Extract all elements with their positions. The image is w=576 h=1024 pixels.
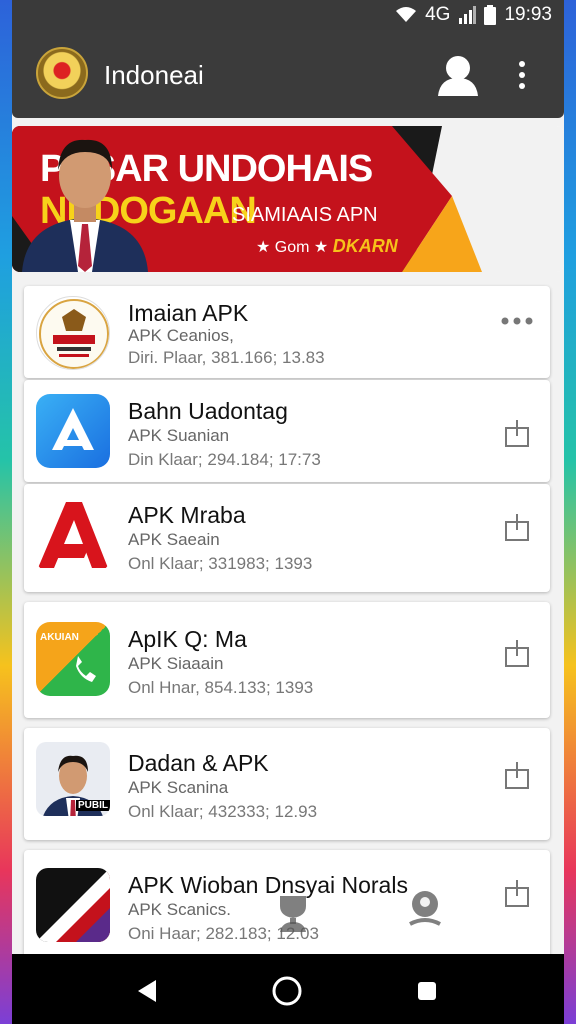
share-icon[interactable] [502, 760, 532, 790]
system-nav-bar [12, 954, 564, 1024]
more-dots-icon[interactable] [500, 314, 534, 328]
share-icon[interactable] [502, 638, 532, 668]
network-label: 4G [425, 4, 451, 25]
orange-green-phone-icon: AKUIAN [36, 622, 110, 696]
list-item[interactable]: Bahn Uadontag APK Suanian Din Klaar; 294… [24, 380, 550, 482]
app-bar: Indoneai [12, 30, 564, 118]
app-subtitle: APK Scanina [128, 778, 229, 797]
person-portrait-icon [22, 139, 148, 272]
status-icons: 4G 19:93 [395, 4, 552, 26]
app-name: Dadan & APK [128, 750, 269, 776]
home-circle-icon[interactable] [270, 974, 304, 1008]
signal-icon [459, 6, 477, 24]
banner-tagline: ★ Gom ★ DKARN [256, 236, 398, 257]
red-black-app-icon [36, 868, 110, 942]
app-meta: Onl Klaar; 432333; 12.93 [128, 802, 318, 821]
status-bar: 4G 19:93 [12, 0, 564, 30]
app-icon-label: AKUIAN [40, 632, 79, 643]
banner-subtext: SIAMIAAIS APN [232, 204, 378, 226]
app-name: ApIK Q: Ma [128, 626, 247, 652]
share-icon[interactable] [502, 512, 532, 542]
emblem-logo-icon [36, 47, 88, 99]
app-subtitle: APK Ceanios, [128, 326, 234, 345]
person-icon[interactable] [436, 54, 480, 96]
list-item[interactable]: AKUIAN ApIK Q: Ma APK Siaaain Onl Hnar, … [24, 602, 550, 718]
emblem-badge-icon [36, 296, 110, 370]
blue-a-app-icon [36, 394, 110, 468]
list-item[interactable]: PUBIL Dadan & APK APK Scanina Onl Klaar;… [24, 728, 550, 840]
app-name: Bahn Uadontag [128, 398, 288, 424]
app-title: Indoneai [104, 60, 204, 90]
app-name: APK Mraba [128, 502, 246, 528]
wifi-icon [396, 7, 417, 22]
recents-square-icon[interactable] [410, 974, 444, 1008]
more-vert-icon[interactable] [512, 60, 532, 90]
red-a-app-icon [36, 498, 110, 572]
app-meta: Diri. Plaar, 381.166; 13.83 [128, 348, 325, 367]
app-subtitle: APK Scanics. [128, 900, 231, 919]
list-item[interactable]: APK Mraba APK Saeain Onl Klaar; 331983; … [24, 484, 550, 592]
battery-icon [484, 5, 497, 25]
app-subtitle: APK Saeain [128, 530, 220, 549]
app-meta: Onl Klaar; 331983; 1393 [128, 554, 313, 573]
share-icon[interactable] [502, 878, 532, 908]
app-name: Imaian APK [128, 300, 249, 326]
banner-tag-brand: DKARN [332, 236, 398, 256]
banner-tag-prefix: ★ Gom ★ [256, 239, 329, 256]
app-name: APK Wioban Dnsyai Norals [128, 872, 408, 898]
promo-banner[interactable]: PUSAR UNDOHAIS NDDOGAAN SIAMIAAIS APN ★ … [12, 126, 564, 272]
clock: 19:93 [504, 4, 552, 25]
share-icon[interactable] [502, 418, 532, 448]
trophy-icon[interactable] [274, 892, 312, 932]
phone-screen: 4G 19:93 Indoneai PUSAR UNDOHAIS NDDOGAA… [12, 0, 564, 1024]
back-triangle-icon[interactable] [130, 974, 164, 1008]
app-meta: Din Klaar; 294.184; 17:73 [128, 450, 321, 469]
portrait-app-icon: PUBIL [36, 742, 110, 816]
app-subtitle: APK Suanian [128, 426, 230, 445]
app-icon-label: PUBIL [76, 800, 110, 811]
app-meta: Onl Hnar, 854.133; 1393 [128, 678, 314, 697]
list-item[interactable]: Imaian APK APK Ceanios, Diri. Plaar, 381… [24, 286, 550, 378]
app-subtitle: APK Siaaain [128, 654, 224, 673]
location-person-icon[interactable] [406, 888, 444, 928]
